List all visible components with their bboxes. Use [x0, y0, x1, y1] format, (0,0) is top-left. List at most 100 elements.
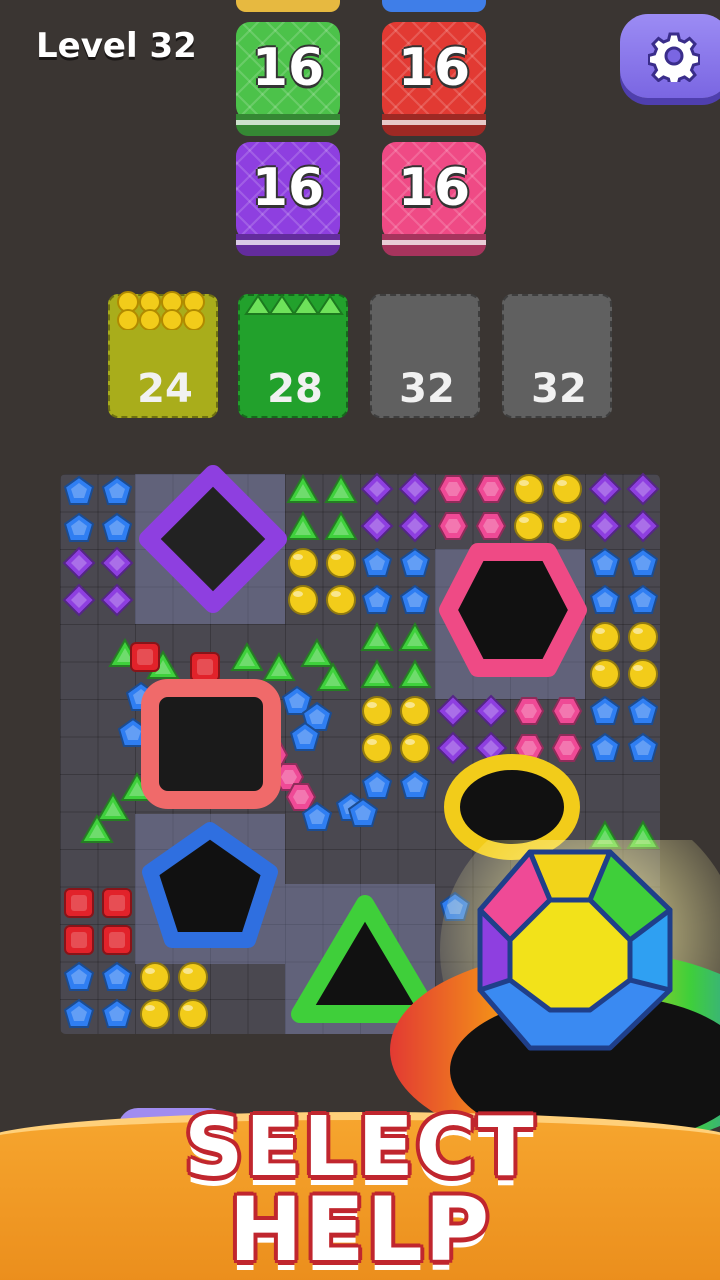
purple-diamond-gem-icon — [360, 509, 394, 543]
yellow-circle-gem-icon — [362, 733, 392, 763]
yellow-circle-gem-icon — [178, 999, 208, 1029]
blue-pentagon-gem-icon — [347, 797, 379, 827]
purple-diamond-gem-icon — [588, 509, 622, 543]
blue-pentagon-gem-icon — [399, 547, 431, 577]
diamond-hole[interactable] — [138, 464, 288, 614]
pink-hexagon-gem-icon — [513, 697, 545, 725]
banner-line-2: HELP — [228, 1178, 492, 1280]
red-square-gem-icon — [130, 642, 160, 672]
green-triangle-gem-icon — [324, 473, 358, 503]
blue-pentagon-gem-icon — [101, 998, 133, 1028]
green-triangle-gem-icon — [398, 658, 432, 688]
tile-stripe — [236, 120, 340, 125]
blue-pentagon-gem-icon — [63, 961, 95, 991]
blue-pentagon-gem-icon — [301, 801, 333, 831]
yellow-circle-gem-icon — [117, 291, 205, 330]
yellow-circle-gem-icon — [326, 585, 356, 615]
target-tile-pink: 16 — [382, 142, 486, 256]
target-tile-red: 16 — [382, 22, 486, 136]
green-triangle-gem-icon — [286, 473, 320, 503]
blue-pentagon-gem-icon — [289, 721, 321, 751]
purple-diamond-gem-icon — [436, 694, 470, 728]
collection-slot: 28 — [238, 294, 348, 418]
yellow-circle-gem-icon — [514, 511, 544, 541]
blue-pentagon-gem-icon — [589, 547, 621, 577]
blue-pentagon-gem-icon — [627, 695, 659, 725]
tile-stub-blue — [382, 0, 486, 12]
collection-slot: 24 — [108, 291, 218, 418]
tile-stripe — [382, 120, 486, 125]
yellow-circle-gem-icon — [552, 511, 582, 541]
tile-base — [236, 114, 340, 136]
red-square-gem-icon — [64, 925, 94, 955]
yellow-circle-gem-icon — [400, 733, 430, 763]
green-triangle-gem-icon — [244, 294, 344, 315]
pentagon-hole[interactable] — [140, 820, 280, 950]
tile-stripe — [382, 240, 486, 245]
yellow-circle-gem-icon — [590, 622, 620, 652]
yellow-circle-gem-icon — [140, 962, 170, 992]
yellow-circle-gem-icon — [140, 999, 170, 1029]
yellow-circle-gem-icon — [400, 696, 430, 726]
yellow-circle-gem-icon — [514, 474, 544, 504]
purple-diamond-gem-icon — [398, 509, 432, 543]
green-triangle-gem-icon — [80, 813, 114, 843]
game-screen: Level 32 16 16 16 16 24 28 32 32 SELECT … — [0, 0, 720, 1280]
green-triangle-gem-icon — [324, 510, 358, 540]
purple-diamond-gem-icon — [360, 472, 394, 506]
pink-hexagon-gem-icon — [475, 512, 507, 540]
settings-button[interactable] — [620, 14, 720, 98]
level-label: Level 32 — [36, 26, 197, 66]
blue-pentagon-gem-icon — [589, 732, 621, 762]
target-value: 16 — [397, 158, 471, 218]
purple-diamond-gem-icon — [626, 509, 660, 543]
slot-count: 28 — [267, 366, 323, 412]
target-tile-purple: 16 — [236, 142, 340, 256]
yellow-circle-gem-icon — [288, 585, 318, 615]
target-value: 16 — [397, 38, 471, 98]
hexagon-hole[interactable] — [438, 540, 588, 680]
purple-diamond-gem-icon — [100, 583, 134, 617]
blue-pentagon-gem-icon — [101, 961, 133, 991]
tile-stripe — [236, 240, 340, 245]
blue-pentagon-gem-icon — [63, 512, 95, 542]
blue-pentagon-gem-icon — [627, 584, 659, 614]
target-value: 16 — [251, 38, 325, 98]
pink-hexagon-gem-icon — [551, 697, 583, 725]
collection-slot-empty: 32 — [370, 294, 480, 418]
yellow-circle-gem-icon — [178, 962, 208, 992]
tile-base — [382, 234, 486, 256]
blue-pentagon-gem-icon — [361, 584, 393, 614]
purple-diamond-gem-icon — [62, 546, 96, 580]
green-triangle-gem-icon — [360, 658, 394, 688]
blue-pentagon-gem-icon — [101, 512, 133, 542]
yellow-circle-gem-icon — [288, 548, 318, 578]
gear-icon — [648, 32, 700, 82]
green-triangle-gem-icon — [286, 510, 320, 540]
target-tile-green: 16 — [236, 22, 340, 136]
blue-pentagon-gem-icon — [589, 584, 621, 614]
blue-pentagon-gem-icon — [589, 695, 621, 725]
red-square-gem-icon — [102, 888, 132, 918]
tile-base — [236, 234, 340, 256]
blue-pentagon-gem-icon — [63, 998, 95, 1028]
square-hole[interactable] — [136, 674, 286, 814]
yellow-circle-gem-icon — [552, 474, 582, 504]
tile-stub-green — [236, 0, 340, 12]
pink-hexagon-gem-icon — [475, 475, 507, 503]
blue-pentagon-gem-icon — [63, 475, 95, 505]
green-triangle-gem-icon — [316, 661, 350, 691]
tile-base — [382, 114, 486, 136]
collection-slot-empty: 32 — [502, 294, 612, 418]
purple-diamond-gem-icon — [588, 472, 622, 506]
green-triangle-gem-icon — [230, 641, 264, 671]
slot-count: 32 — [531, 366, 587, 412]
yellow-circle-gem-icon — [326, 548, 356, 578]
red-square-gem-icon — [102, 925, 132, 955]
blue-pentagon-gem-icon — [627, 547, 659, 577]
blue-pentagon-gem-icon — [399, 769, 431, 799]
slot-count: 32 — [399, 366, 455, 412]
purple-diamond-gem-icon — [62, 583, 96, 617]
yellow-circle-gem-icon — [362, 696, 392, 726]
yellow-circle-gem-icon — [590, 659, 620, 689]
